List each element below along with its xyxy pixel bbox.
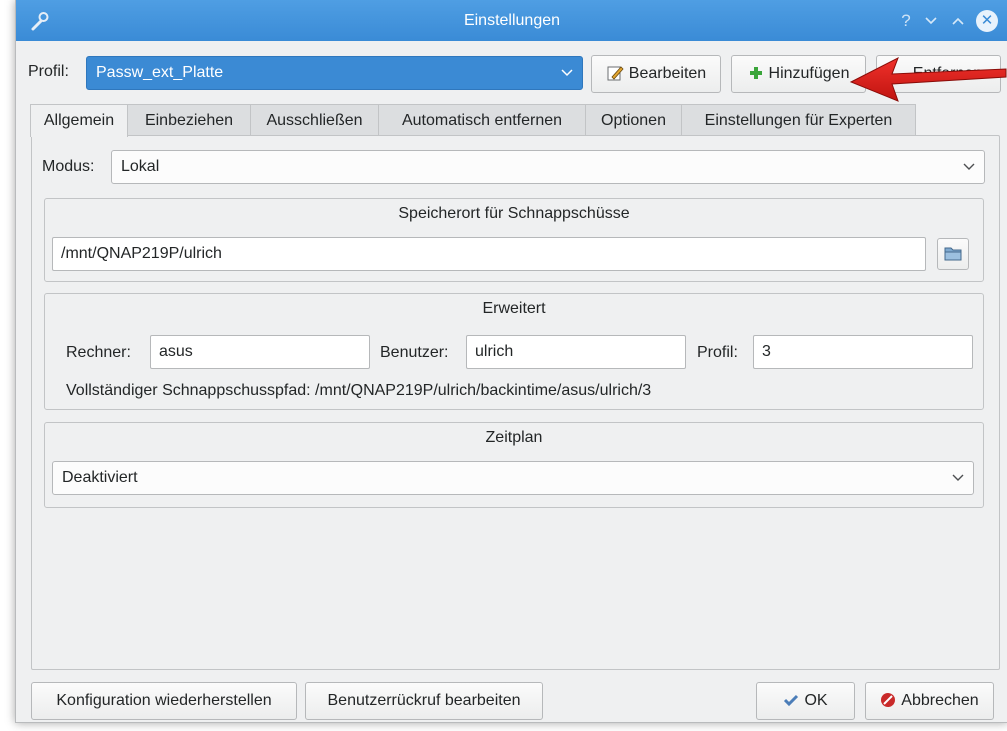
cancel-icon [881,692,896,707]
profile-number-label: Profil: [697,344,738,361]
host-label: Rechner: [66,344,131,361]
general-panel: Modus: Lokal Speicherort für Schnappschü… [31,135,1000,670]
browse-folder-button[interactable] [937,238,969,270]
mode-select[interactable]: Lokal [111,150,985,184]
plus-icon [749,66,762,79]
restore-config-button[interactable]: Konfiguration wiederherstellen [31,682,297,720]
profile-number-field[interactable]: 3 [753,335,973,369]
schedule-title: Zeitplan [485,429,543,446]
user-label: Benutzer: [380,344,449,361]
add-profile-button[interactable]: Hinzufügen [731,55,866,93]
chevron-down-icon [952,474,964,481]
snapshot-path-field[interactable]: /mnt/QNAP219P/ulrich [52,237,926,271]
advanced-group: Erweitert Rechner: asus Benutzer: ulrich… [44,293,984,410]
tab-exclude[interactable]: Ausschließen [250,104,379,136]
tab-include[interactable]: Einbeziehen [127,104,251,136]
mode-select-value: Lokal [121,158,160,175]
snapshot-location-title: Speicherort für Schnappschüsse [398,205,630,222]
profile-select[interactable]: Passw_ext_Platte [86,56,583,90]
schedule-select-value: Deaktiviert [62,469,138,486]
host-field[interactable]: asus [150,335,370,369]
ok-button[interactable]: OK [756,682,855,720]
minimize-icon[interactable] [920,9,942,33]
mode-label: Modus: [42,158,95,175]
schedule-select[interactable]: Deaktiviert [52,461,974,495]
cancel-label: Abbrechen [901,692,979,709]
folder-icon [944,247,962,261]
edit-icon [607,66,624,81]
add-profile-label: Hinzufügen [768,65,850,82]
schedule-group: Zeitplan Deaktiviert [44,422,984,508]
user-field[interactable]: ulrich [466,335,686,369]
profile-label: Profil: [28,63,69,80]
snapshot-location-group: Speicherort für Schnappschüsse /mnt/QNAP… [44,198,984,282]
maximize-icon[interactable] [947,9,969,33]
close-icon[interactable]: ✕ [976,10,998,32]
window-title: Einstellungen [463,12,561,29]
tab-options[interactable]: Optionen [585,104,682,136]
edit-profile-label: Bearbeiten [628,65,707,82]
help-icon[interactable]: ? [896,9,916,33]
tab-auto-remove[interactable]: Automatisch entfernen [378,104,586,136]
edit-user-callback-button[interactable]: Benutzerrückruf bearbeiten [305,682,543,720]
full-snapshot-path: Vollständiger Schnappschusspfad: /mnt/QN… [66,382,652,399]
ok-label: OK [804,692,828,709]
title-bar[interactable]: Einstellungen ? ✕ [16,0,1007,41]
profile-select-value: Passw_ext_Platte [96,64,224,81]
cancel-button[interactable]: Abbrechen [865,682,994,720]
checkmark-icon [784,694,799,706]
advanced-title: Erweitert [482,300,546,317]
tab-general[interactable]: Allgemein [30,104,128,137]
edit-profile-button[interactable]: Bearbeiten [591,55,721,93]
chevron-down-icon [963,163,975,170]
annotation-arrow-icon [849,56,1007,102]
chevron-down-icon [561,69,573,77]
